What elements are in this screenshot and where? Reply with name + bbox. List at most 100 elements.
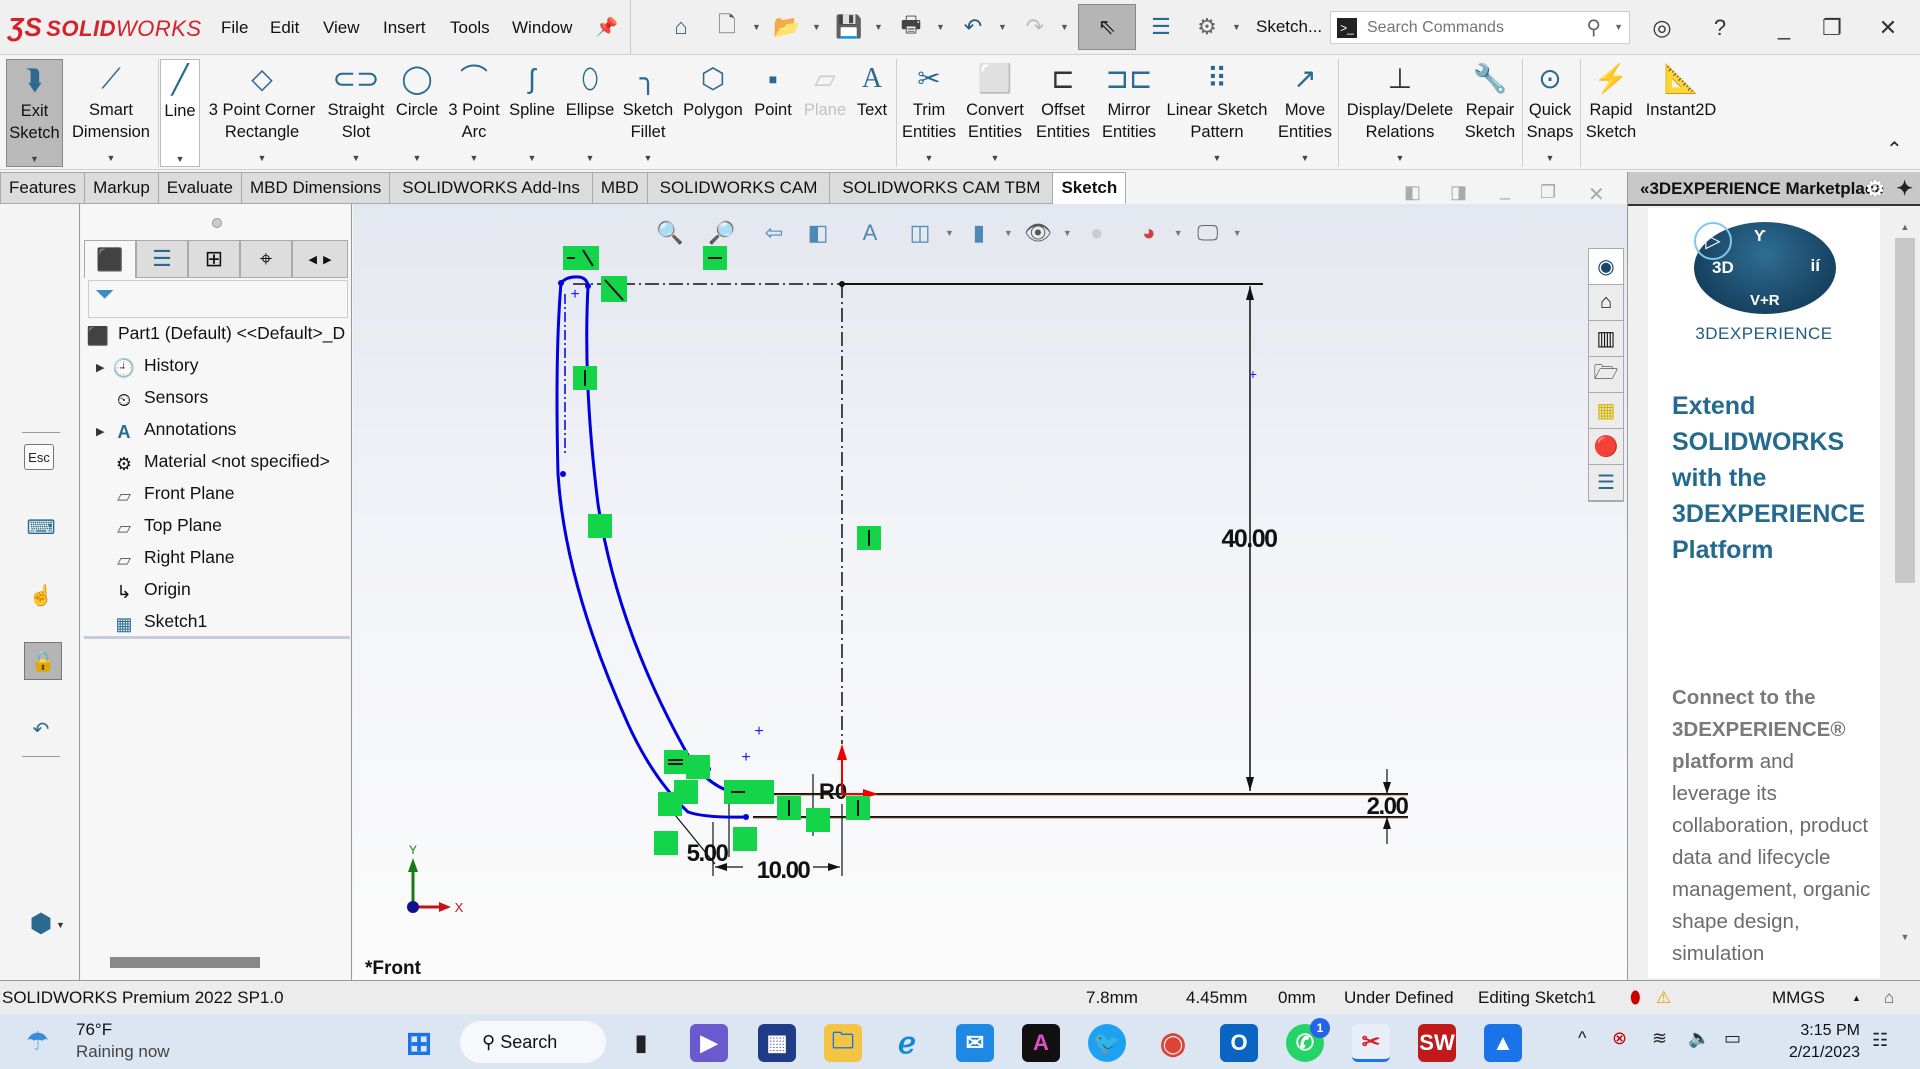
chevron-down-icon[interactable]: ▼ <box>1342 147 1458 169</box>
tab-features[interactable]: Features <box>0 172 86 204</box>
show-hidden-icons[interactable]: ^ <box>1578 1028 1586 1049</box>
taskbar-search[interactable]: ⚲ Search <box>460 1021 606 1063</box>
weather-widget[interactable]: 76°F Raining now <box>76 1019 170 1063</box>
print-icon[interactable]: 🖶 <box>894 10 928 44</box>
help-icon[interactable]: ? <box>1700 10 1740 46</box>
arc-button[interactable]: ⌒ 3 Point Arc ▼ <box>446 59 502 167</box>
arc-app-icon[interactable]: A <box>1022 1024 1060 1062</box>
tab-evaluate[interactable]: Evaluate <box>158 172 242 204</box>
polygon-button[interactable]: ⬡ Polygon <box>680 59 746 167</box>
chevron-down-icon[interactable]: ▼ <box>562 147 618 169</box>
menu-edit[interactable]: Edit <box>270 18 299 38</box>
tab-file-explorer[interactable]: 🗁 <box>1589 357 1623 393</box>
chevron-down-icon[interactable]: ▼ <box>812 22 821 32</box>
tree-filter[interactable]: ⏷ <box>88 280 348 318</box>
home-icon[interactable]: ⌂ <box>664 10 698 44</box>
viewport-minimize-button[interactable]: _ <box>1500 180 1510 201</box>
chevron-down-icon[interactable]: ▼ <box>1232 22 1241 32</box>
tab-solidworks-add-ins[interactable]: SOLIDWORKS Add-Ins <box>390 172 593 204</box>
search-icon[interactable]: ⚲ <box>1586 15 1601 40</box>
plane-button[interactable]: ▱ Plane <box>800 59 850 167</box>
tab-3dexperience[interactable]: ◉ <box>1589 249 1623 285</box>
tree-item-origin[interactable]: ↳ Origin <box>96 574 190 604</box>
collapse-ribbon-icon[interactable]: ⌃ <box>1886 137 1903 162</box>
gear-icon[interactable]: ⚙ <box>1190 10 1224 44</box>
move-entities-button[interactable]: ↗ Move Entities ▼ <box>1274 59 1336 167</box>
chevron-down-icon[interactable]: ▼ <box>1060 22 1069 32</box>
notification-icon[interactable]: ☷ <box>1872 1030 1888 1051</box>
undo-icon[interactable]: ↶ <box>956 10 990 44</box>
snipping-tool-icon[interactable]: ✂ <box>1352 1024 1390 1062</box>
convert-entities-button[interactable]: ⬜ Convert Entities ▼ <box>962 59 1028 167</box>
dimxpert-tab[interactable]: ⌖ <box>240 240 292 278</box>
solidworks-logo[interactable]: ƷS SOLIDWORKS <box>8 12 202 43</box>
graphics-area[interactable]: 🔍 🔎 ⇦ ◧ A ◫ ▼ ▮ ▼ 👁 ▼ ● ◕ ▼ 🖵 ▼ 40.00 + <box>353 204 1627 980</box>
text-button[interactable]: A Text <box>852 59 892 167</box>
minimize-button[interactable]: _ <box>1764 10 1804 46</box>
tab-solidworks-cam[interactable]: SOLIDWORKS CAM <box>647 172 831 204</box>
search-input[interactable] <box>1367 17 1587 39</box>
tag-icon[interactable]: ⌂ <box>1884 981 1894 1015</box>
offset-entities-button[interactable]: ⊏ Offset Entities <box>1032 59 1094 167</box>
chevron-down-icon[interactable]: ▼ <box>1274 147 1336 169</box>
tree-item-right-plane[interactable]: ▱ Right Plane <box>96 542 234 572</box>
spline-button[interactable]: ʃ Spline ▼ <box>506 59 558 167</box>
save-icon[interactable]: 💾 <box>832 10 866 44</box>
shortcut-icon[interactable]: ⌨ <box>24 510 58 544</box>
options-list-icon[interactable]: ☰ <box>1144 10 1178 44</box>
chevron-down-icon[interactable]: ▼ <box>1164 147 1270 169</box>
rotate-lock-icon[interactable]: 🔒 <box>24 642 62 680</box>
task-view-icon[interactable]: ▮ <box>622 1024 660 1062</box>
tab-solidworks-resources[interactable]: ⌂ <box>1589 285 1623 321</box>
outlook-icon[interactable]: O <box>1220 1024 1258 1062</box>
wifi-icon[interactable]: ≋ <box>1652 1028 1667 1049</box>
scroll-up-icon[interactable]: ▲ <box>1895 222 1915 232</box>
chevron-down-icon[interactable]: ▼ <box>1526 147 1574 169</box>
chevron-down-icon[interactable]: ▼ <box>446 147 502 169</box>
chevron-down-icon[interactable]: ▼ <box>392 147 442 169</box>
chevron-down-icon[interactable]: ▼ <box>324 147 388 169</box>
pin-icon[interactable]: ✦ <box>1896 172 1913 204</box>
menu-window[interactable]: Window <box>512 18 572 38</box>
restore-button[interactable]: ❐ <box>1812 10 1852 46</box>
chevron-down-icon[interactable]: ▼ <box>1614 22 1623 32</box>
instant2d-button[interactable]: 📐 Instant2D <box>1642 59 1720 167</box>
file-explorer-icon[interactable]: 🗀 <box>824 1024 862 1062</box>
chevron-down-icon[interactable]: ▼ <box>998 22 1007 32</box>
system-clock[interactable]: 3:15 PM 2/21/2023 <box>1789 1020 1860 1064</box>
tab-view-palette[interactable]: ▦ <box>1589 393 1623 429</box>
exit-sketch-button[interactable]: ⮯ Exit Sketch ▼ <box>6 59 63 167</box>
chevron-down-icon[interactable]: ▼ <box>874 22 883 32</box>
expand-icon[interactable]: ▶ <box>96 417 110 447</box>
chevron-down-icon[interactable]: ▼ <box>7 148 62 170</box>
tree-item-sketch1[interactable]: ▦ Sketch1 <box>96 606 207 636</box>
new-document-icon[interactable]: 🗋 <box>710 10 744 44</box>
tab-solidworks-cam-tbm[interactable]: SOLIDWORKS CAM TBM <box>830 172 1054 204</box>
smart-dimension-button[interactable]: ⟋ Smart Dimension ▼ <box>68 59 154 167</box>
chrome-icon[interactable]: ◉ <box>1154 1024 1192 1062</box>
whatsapp-icon[interactable]: ✆ 1 <box>1286 1018 1330 1062</box>
trim-entities-button[interactable]: ✂ Trim Entities ▼ <box>900 59 958 167</box>
tree-item-annotations[interactable]: ▶ A Annotations <box>96 414 236 444</box>
view-cube-icon[interactable]: ⬢ <box>24 906 58 940</box>
tab-markup[interactable]: Markup <box>85 172 159 204</box>
tree-item-top-plane[interactable]: ▱ Top Plane <box>96 510 222 540</box>
repair-sketch-button[interactable]: 🔧 Repair Sketch <box>1462 59 1518 167</box>
menu-tools[interactable]: Tools <box>450 18 490 38</box>
chevron-down-icon[interactable]: ▼ <box>962 147 1028 169</box>
task-pane-scrollbar[interactable]: ▲ ▼ <box>1895 222 1915 942</box>
circle-button[interactable]: ◯ Circle ▼ <box>392 59 442 167</box>
scroll-down-icon[interactable]: ▼ <box>1895 932 1915 942</box>
mail-icon[interactable]: ✉ <box>956 1024 994 1062</box>
teams-chat-icon[interactable]: ▶ <box>690 1024 728 1062</box>
search-commands[interactable]: >_ ⚲ ▼ <box>1330 11 1630 44</box>
tab-sketch[interactable]: Sketch <box>1053 172 1127 204</box>
tab-custom-properties[interactable]: ☰ <box>1589 465 1623 501</box>
select-pointer-icon[interactable]: ⇖ <box>1078 4 1136 50</box>
tree-item-material[interactable]: ⚙ Material <not specified> <box>96 446 330 476</box>
menu-insert[interactable]: Insert <box>383 18 426 38</box>
display-delete-relations-button[interactable]: ⊥ Display/Delete Relations ▼ <box>1342 59 1458 167</box>
scroll-thumb[interactable] <box>1895 238 1915 583</box>
open-icon[interactable]: 📂 <box>770 10 804 44</box>
escape-button[interactable]: Esc <box>24 444 54 470</box>
